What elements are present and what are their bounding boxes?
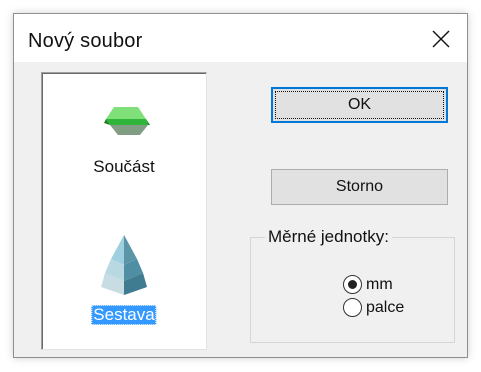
close-icon <box>432 30 450 48</box>
radio-inches[interactable]: palce <box>343 298 404 317</box>
cancel-button-label: Storno <box>335 178 384 195</box>
radio-inches-label: palce <box>366 298 405 316</box>
list-item-label: Součást <box>93 157 155 176</box>
units-group-title: Měrné jednotky: <box>265 227 392 247</box>
list-item-assembly[interactable]: Sestava <box>42 233 206 343</box>
focus-rect <box>275 91 444 119</box>
ok-button[interactable]: OK <box>271 87 448 123</box>
radio-button-checked[interactable] <box>343 275 362 294</box>
cancel-button[interactable]: Storno <box>271 169 448 205</box>
file-type-list[interactable]: Součást Sestava <box>41 72 207 350</box>
assembly-icon <box>101 235 147 295</box>
list-item-label: Sestava <box>91 305 157 325</box>
title-bar: Nový soubor <box>14 14 467 62</box>
list-item-part[interactable]: Součást <box>42 101 206 211</box>
part-icon <box>104 107 150 135</box>
close-button[interactable] <box>423 24 459 54</box>
new-file-dialog: Nový soubor Součást Sestava OK Storno Mě… <box>13 13 468 358</box>
units-group: Měrné jednotky: mm palce <box>250 227 455 343</box>
radio-mm-label: mm <box>366 275 393 293</box>
radio-mm[interactable]: mm <box>343 275 393 294</box>
radio-button[interactable] <box>343 298 362 317</box>
dialog-title: Nový soubor <box>28 30 143 52</box>
